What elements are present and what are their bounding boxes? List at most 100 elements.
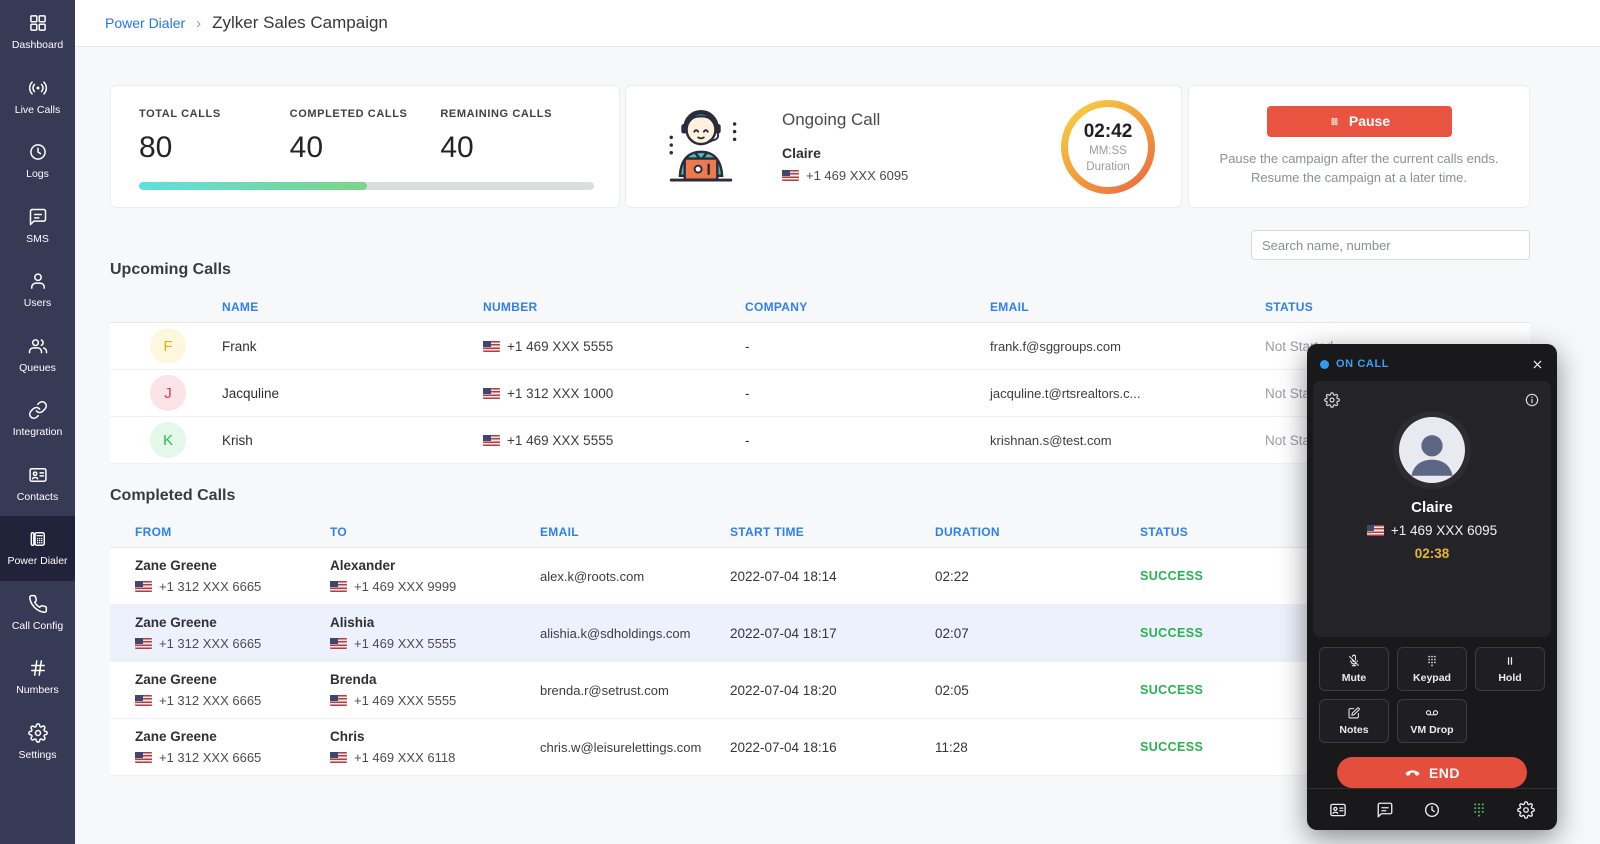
call-duration-ring: 02:42 MM:SS Duration (1061, 100, 1155, 194)
sidebar-item-label: Users (24, 297, 51, 309)
stat-label: REMAINING CALLS (440, 108, 591, 120)
sidebar-item-users[interactable]: Users (0, 258, 75, 323)
company: - (745, 339, 990, 354)
breadcrumb-power-dialer-link[interactable]: Power Dialer (105, 15, 185, 31)
call-info-icon[interactable] (1524, 392, 1540, 408)
queues-icon (28, 336, 48, 356)
start-time: 2022-07-04 18:14 (730, 569, 935, 584)
contact-name: Jacquline (222, 386, 483, 401)
mute-icon (1347, 654, 1361, 668)
to-contact: Brenda+1 469 XXX 5555 (330, 672, 540, 708)
on-call-panel-body: Claire +1 469 XXX 6095 02:38 (1313, 381, 1551, 637)
sidebar-item-label: Power Dialer (7, 555, 67, 567)
us-flag-icon (483, 341, 500, 352)
call-duration-caption: Duration (1086, 161, 1129, 173)
sidebar-item-numbers[interactable]: Numbers (0, 645, 75, 710)
sidebar-item-logs[interactable]: Logs (0, 129, 75, 194)
sidebar-item-integration[interactable]: Integration (0, 387, 75, 452)
avatar: J (150, 375, 186, 411)
pause-campaign-card: Pause Pause the campaign after the curre… (1188, 85, 1530, 208)
mute-button[interactable]: Mute (1319, 647, 1389, 691)
live-calls-icon (28, 78, 48, 98)
hold-button[interactable]: Hold (1475, 647, 1545, 691)
notes-button[interactable]: Notes (1319, 699, 1389, 743)
ongoing-call-number: +1 469 XXX 6095 (782, 168, 908, 183)
sms-icon (28, 207, 48, 227)
power-dialer-app: Dashboard Live Calls Logs SMS Users Queu… (0, 0, 1600, 844)
on-call-status-dot (1320, 360, 1329, 369)
contact-number: +1 469 XXX 5555 (483, 339, 745, 354)
pause-icon (1328, 115, 1341, 128)
settings-gear-icon (28, 723, 48, 743)
end-call-button[interactable]: END (1337, 757, 1527, 788)
phone-number: +1 469 XXX 6095 (806, 168, 908, 183)
ongoing-call-card: Ongoing Call Claire +1 469 XXX 6095 02:4… (625, 85, 1182, 208)
campaign-progress-bar (139, 182, 594, 190)
sidebar-item-contacts[interactable]: Contacts (0, 452, 75, 517)
us-flag-icon (330, 638, 347, 649)
us-flag-icon (135, 752, 152, 763)
sidebar-item-power-dialer[interactable]: Power Dialer (0, 516, 75, 581)
vm-drop-button[interactable]: VM Drop (1397, 699, 1467, 743)
us-flag-icon (330, 581, 347, 592)
sidebar-item-settings[interactable]: Settings (0, 710, 75, 775)
contact-number: +1 469 XXX 5555 (483, 433, 745, 448)
caller-number: +1 469 XXX 6095 (1367, 523, 1497, 538)
from-contact: Zane Greene+1 312 XXX 6665 (135, 672, 330, 708)
start-time: 2022-07-04 18:16 (730, 740, 935, 755)
history-clock-icon[interactable] (1423, 801, 1441, 819)
power-dialer-icon (28, 529, 48, 549)
contact-card-icon[interactable] (1329, 801, 1347, 819)
column-header-duration: DURATION (935, 525, 1140, 539)
sidebar-item-label: Numbers (16, 684, 59, 696)
sidebar-item-label: Integration (13, 426, 63, 438)
sidebar-item-sms[interactable]: SMS (0, 194, 75, 259)
avatar: K (150, 422, 186, 458)
us-flag-icon (135, 581, 152, 592)
breadcrumb-separator: › (196, 15, 201, 32)
sidebar-item-queues[interactable]: Queues (0, 323, 75, 388)
caller-name: Claire (1411, 499, 1453, 516)
upcoming-table-header: NAME NUMBER COMPANY EMAIL STATUS (110, 292, 1530, 322)
duration: 11:28 (935, 740, 1140, 755)
call-settings-gear-icon[interactable] (1324, 392, 1340, 408)
call-controls: Mute Keypad Hold Notes VM Drop (1319, 647, 1545, 743)
call-panel-footer (1307, 788, 1557, 830)
stat-total-calls: TOTAL CALLS 80 (139, 108, 290, 165)
completed-calls-title: Completed Calls (110, 487, 235, 505)
call-duration-format: MM:SS (1089, 145, 1127, 157)
us-flag-icon (330, 695, 347, 706)
sidebar-item-call-config[interactable]: Call Config (0, 581, 75, 646)
sidebar-item-dashboard[interactable]: Dashboard (0, 0, 75, 65)
chat-icon[interactable] (1376, 801, 1394, 819)
us-flag-icon (135, 695, 152, 706)
on-call-panel-header: ON CALL (1307, 349, 1557, 379)
duration: 02:05 (935, 683, 1140, 698)
column-header-email: EMAIL (540, 525, 730, 539)
duration: 02:07 (935, 626, 1140, 641)
sidebar-item-live-calls[interactable]: Live Calls (0, 65, 75, 130)
column-header-status: STATUS (1265, 300, 1530, 314)
pause-button[interactable]: Pause (1267, 106, 1452, 137)
gear-icon[interactable] (1517, 801, 1535, 819)
email: alex.k@roots.com (540, 569, 730, 584)
campaign-stats-card: TOTAL CALLS 80 COMPLETED CALLS 40 REMAIN… (110, 85, 620, 208)
stat-value: 40 (440, 131, 591, 165)
contact-name: Krish (222, 433, 483, 448)
contact-name: Frank (222, 339, 483, 354)
sidebar-item-label: Dashboard (12, 39, 63, 51)
dialpad-icon[interactable] (1470, 801, 1488, 819)
column-header-number: NUMBER (483, 300, 745, 314)
sidebar-item-label: Contacts (17, 491, 58, 503)
email: chris.w@leisurelettings.com (540, 740, 730, 755)
email: jacquline.t@rtsrealtors.c... (990, 386, 1265, 401)
page-title: Zylker Sales Campaign (212, 13, 388, 33)
search-input[interactable] (1251, 230, 1530, 260)
agent-illustration (648, 99, 754, 195)
us-flag-icon (135, 638, 152, 649)
close-icon[interactable] (1531, 358, 1544, 371)
keypad-button[interactable]: Keypad (1397, 647, 1467, 691)
column-header-from: FROM (135, 525, 330, 539)
sidebar-item-label: Logs (26, 168, 49, 180)
upcoming-calls-title: Upcoming Calls (110, 261, 231, 279)
